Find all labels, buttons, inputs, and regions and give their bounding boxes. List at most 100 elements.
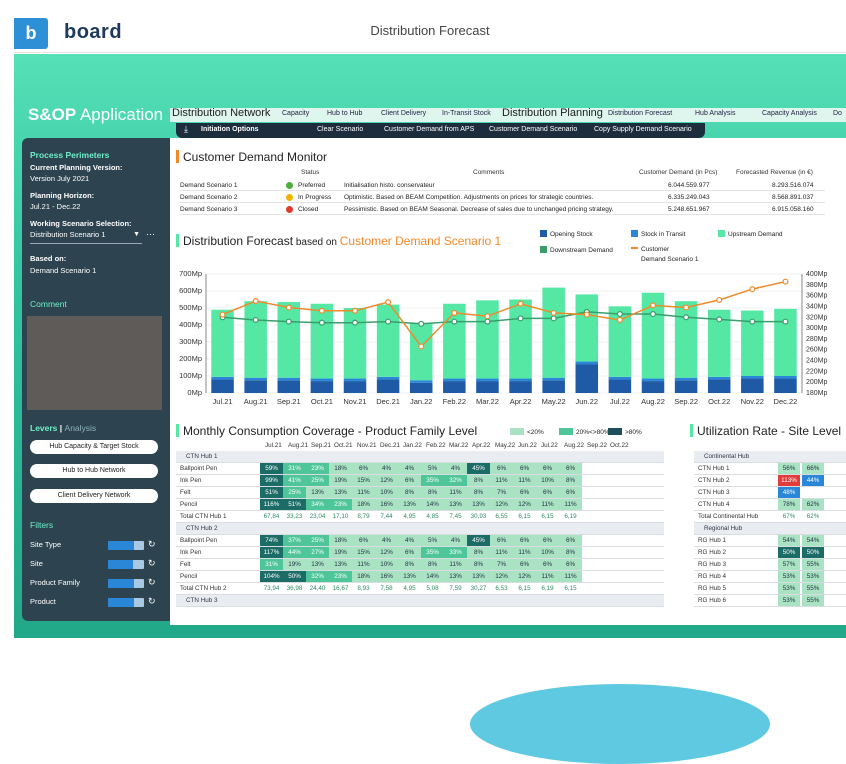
point-downstream[interactable] <box>683 314 690 321</box>
bar-stock-in-transit[interactable] <box>774 376 797 379</box>
util-cell[interactable]: 53% <box>778 571 800 582</box>
bar-stock-in-transit[interactable] <box>542 377 565 381</box>
subtab-3[interactable]: Customer Demand Scenario <box>489 126 577 133</box>
mcc-cell[interactable]: 6% <box>490 463 513 474</box>
mcc-row[interactable]: CTN Hub 3 <box>176 595 664 607</box>
util-row[interactable]: CTN Hub 2 113% 44% <box>694 475 846 487</box>
mcc-cell[interactable]: 11% <box>513 547 536 558</box>
mcc-cell[interactable]: 35% <box>421 547 444 558</box>
mcc-cell[interactable]: 6% <box>559 535 582 546</box>
mcc-cell[interactable]: 5% <box>421 535 444 546</box>
mcc-cell[interactable]: 13% <box>329 487 352 498</box>
mcc-cell[interactable]: 6% <box>513 463 536 474</box>
mcc-cell[interactable]: 99% <box>260 475 283 486</box>
util-row[interactable]: RG Hub 5 53% 55% <box>694 583 846 595</box>
point-downstream[interactable] <box>782 318 789 325</box>
mcc-cell[interactable]: 6% <box>398 475 421 486</box>
mcc-row[interactable]: Ballpoint Pen 74% 37% 25% 18% 6% 4% 4% 5% 4% 45% 6%… <box>176 535 664 547</box>
mcc-cell[interactable]: 25% <box>306 535 329 546</box>
util-cell[interactable]: 53% <box>778 583 800 594</box>
tab-7[interactable]: Hub Analysis <box>695 110 735 117</box>
point-customer-demand[interactable] <box>484 313 491 320</box>
bar-upstream-demand[interactable] <box>674 301 698 378</box>
point-downstream[interactable] <box>252 316 259 323</box>
util-cell[interactable]: 53% <box>778 595 800 606</box>
util-row[interactable]: RG Hub 6 53% 55% <box>694 595 846 607</box>
download-icon[interactable]: ⤓ <box>184 124 188 135</box>
bar-opening-stock[interactable] <box>277 380 301 393</box>
bar-opening-stock[interactable] <box>741 378 764 393</box>
mcc-cell[interactable]: 18% <box>329 535 352 546</box>
point-customer-demand[interactable] <box>749 286 756 293</box>
point-downstream[interactable] <box>716 316 723 323</box>
mcc-cell[interactable]: 11% <box>352 487 375 498</box>
mcc-cell[interactable]: 51% <box>283 499 306 510</box>
bar-opening-stock[interactable] <box>476 381 499 393</box>
bar-upstream-demand[interactable] <box>376 304 400 377</box>
bar-stock-in-transit[interactable] <box>674 377 698 381</box>
mcc-row[interactable]: Total CTN Hub 2 73,94 36,98 24,40 16,67 8,93 7… <box>176 583 664 595</box>
mcc-row[interactable]: CTN Hub 1 <box>176 451 664 463</box>
tab-2[interactable]: Hub to Hub <box>327 110 362 117</box>
mcc-cell[interactable]: 7,59 <box>444 583 467 594</box>
bar-opening-stock[interactable] <box>674 380 698 393</box>
mcc-cell[interactable]: 6% <box>513 559 536 570</box>
point-customer-demand[interactable] <box>616 316 623 323</box>
mcc-cell[interactable]: 12% <box>490 499 513 510</box>
mcc-row[interactable]: Ballpoint Pen 59% 31% 23% 18% 6% 4% 4% 5% 4% 45% 6%… <box>176 463 664 475</box>
point-customer-demand[interactable] <box>550 309 557 316</box>
mcc-cell[interactable]: 19% <box>283 559 306 570</box>
mcc-cell[interactable]: 8,79 <box>352 511 375 522</box>
bar-opening-stock[interactable] <box>310 381 334 393</box>
point-customer-demand[interactable] <box>517 300 524 307</box>
bar-stock-in-transit[interactable] <box>575 361 599 365</box>
mcc-cell[interactable]: 31% <box>260 559 283 570</box>
bar-stock-in-transit[interactable] <box>376 376 400 380</box>
mcc-cell[interactable]: 11% <box>490 547 513 558</box>
mcc-cell[interactable]: 4,95 <box>398 511 421 522</box>
filter-slider[interactable] <box>108 598 144 607</box>
mcc-cell[interactable]: 12% <box>490 571 513 582</box>
tab-4[interactable]: In-Transit Stock <box>442 110 491 117</box>
mcc-cell[interactable]: 30,27 <box>467 583 490 594</box>
point-customer-demand[interactable] <box>318 307 325 314</box>
bar-stock-in-transit[interactable] <box>277 377 301 381</box>
mcc-cell[interactable]: 117% <box>260 547 283 558</box>
mcc-cell[interactable]: 11% <box>559 571 582 582</box>
mcc-cell[interactable]: 32% <box>306 571 329 582</box>
hub-capacity-button[interactable]: Hub Capacity & Target Stock <box>30 440 158 454</box>
mcc-cell[interactable]: 31% <box>283 463 306 474</box>
util-cell[interactable]: 62% <box>802 499 824 510</box>
mcc-cell[interactable]: 12% <box>375 547 398 558</box>
util-row[interactable]: RG Hub 1 54% 54% <box>694 535 846 547</box>
reset-icon[interactable]: ↻ <box>148 596 156 607</box>
mcc-cell[interactable]: 6,15 <box>513 583 536 594</box>
point-downstream[interactable] <box>550 315 557 322</box>
mcc-cell[interactable]: 25% <box>306 475 329 486</box>
mcc-cell[interactable]: 23% <box>306 463 329 474</box>
bar-opening-stock[interactable] <box>707 379 731 393</box>
point-customer-demand[interactable] <box>352 307 359 314</box>
mcc-cell[interactable]: 4% <box>398 463 421 474</box>
mcc-cell[interactable]: 13% <box>329 559 352 570</box>
mcc-cell[interactable]: 8% <box>421 487 444 498</box>
mcc-cell[interactable]: 14% <box>421 499 444 510</box>
mcc-cell[interactable]: 4% <box>375 535 398 546</box>
bar-opening-stock[interactable] <box>343 381 367 393</box>
reset-icon[interactable]: ↻ <box>148 539 156 550</box>
mcc-cell[interactable]: 41% <box>283 475 306 486</box>
bar-stock-in-transit[interactable] <box>641 378 665 382</box>
mcc-cell[interactable]: 13% <box>444 499 467 510</box>
mcc-cell[interactable]: 8% <box>421 559 444 570</box>
mcc-cell[interactable]: 6,15 <box>559 583 582 594</box>
mcc-cell[interactable]: 50% <box>283 571 306 582</box>
util-row[interactable]: CTN Hub 4 78% 62% <box>694 499 846 511</box>
mcc-cell[interactable]: 6% <box>536 559 559 570</box>
mcc-cell[interactable]: 6% <box>513 487 536 498</box>
mcc-cell[interactable]: 7,45 <box>444 511 467 522</box>
util-cell[interactable]: 62% <box>802 511 824 522</box>
point-downstream[interactable] <box>352 319 359 326</box>
bar-upstream-demand[interactable] <box>277 302 301 378</box>
mcc-cell[interactable]: 33,23 <box>283 511 306 522</box>
util-cell[interactable]: 66% <box>802 463 824 474</box>
